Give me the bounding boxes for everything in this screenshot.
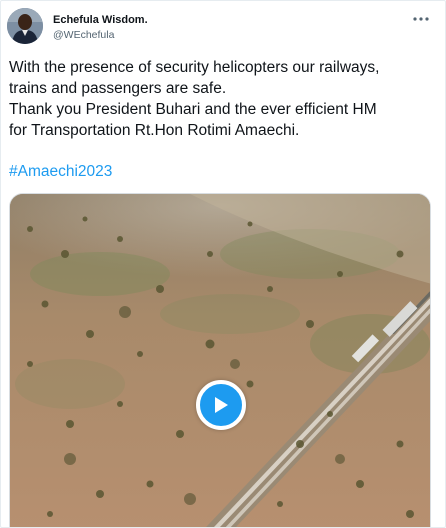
tweet-text-line: trains and passengers are safe. (9, 80, 227, 97)
avatar[interactable] (7, 8, 43, 44)
author-block: Echefula Wisdom. @WEchefula (53, 13, 148, 42)
more-options-icon (413, 17, 429, 21)
play-icon (215, 397, 228, 413)
hashtag-link[interactable]: #Amaechi2023 (9, 161, 112, 182)
author-handle[interactable]: @WEchefula (53, 28, 148, 42)
tweet-text-line: Thank you President Buhari and the ever … (9, 101, 377, 118)
more-options-button[interactable] (411, 11, 431, 27)
tweet-text-line: for Transportation Rt.Hon Rotimi Amaechi… (9, 122, 300, 139)
tweet-card: Echefula Wisdom. @WEchefula With the pre… (0, 0, 446, 528)
tweet-text: With the presence of security helicopter… (9, 57, 439, 141)
video-thumbnail (10, 194, 430, 527)
tweet-text-line: With the presence of security helicopter… (9, 59, 380, 76)
play-button[interactable] (196, 380, 246, 430)
avatar-image (7, 8, 43, 44)
author-display-name[interactable]: Echefula Wisdom. (53, 13, 148, 27)
video-player[interactable] (9, 193, 431, 527)
